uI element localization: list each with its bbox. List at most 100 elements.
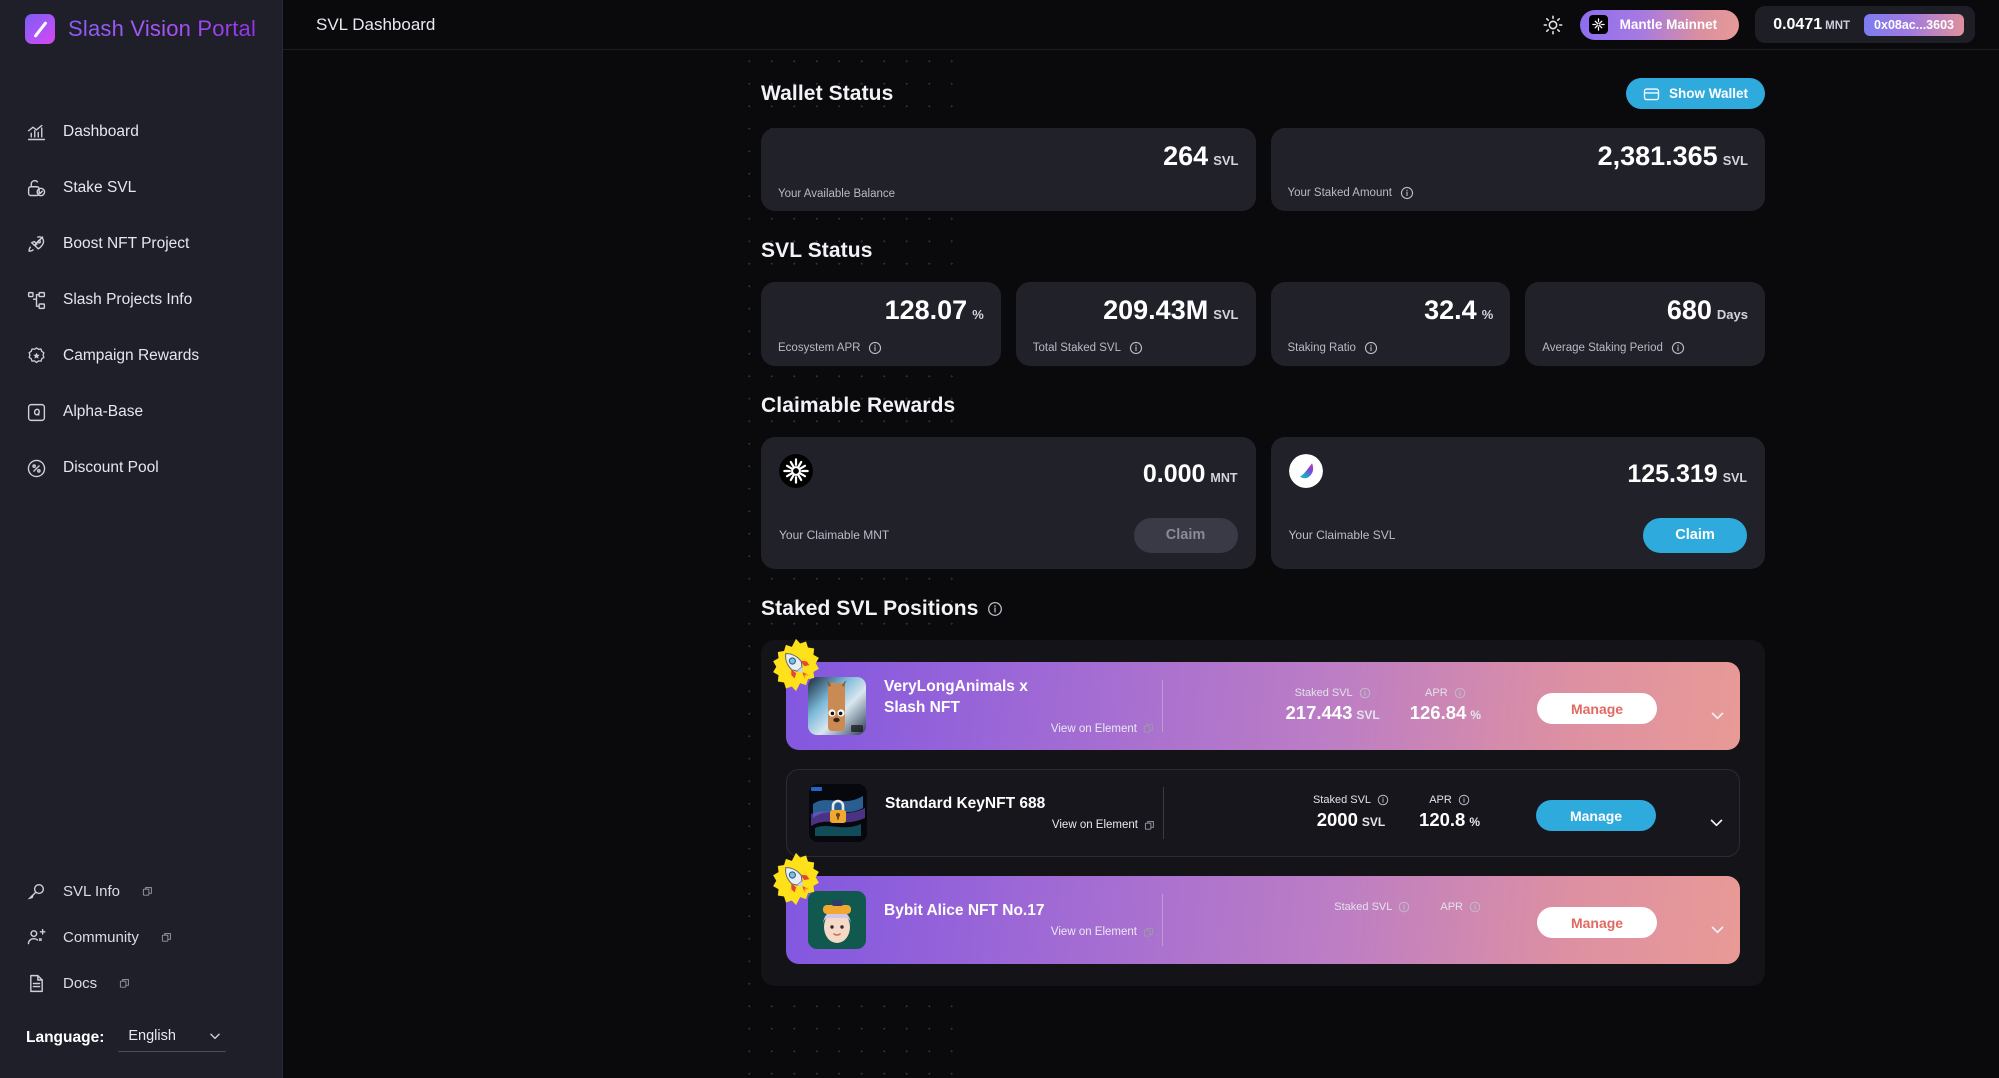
staked-positions-title: Staked SVL Positions bbox=[761, 596, 979, 620]
total-staked-svl-value: 209.43M SVL bbox=[1033, 296, 1238, 324]
chevron-down-icon[interactable] bbox=[1709, 921, 1726, 938]
info-icon[interactable] bbox=[1398, 901, 1410, 913]
view-on-element-label: View on Element bbox=[1051, 819, 1138, 832]
sidebar-link-svl-info[interactable]: SVL Info bbox=[0, 874, 282, 908]
label-text: APR bbox=[1429, 794, 1452, 807]
value-text: 120.8 bbox=[1419, 809, 1466, 831]
info-icon[interactable] bbox=[1377, 794, 1389, 806]
info-icon[interactable] bbox=[1469, 901, 1481, 913]
claim-svl-button[interactable]: Claim bbox=[1643, 517, 1747, 553]
info-icon[interactable] bbox=[868, 341, 882, 355]
amount-text: 0.000 bbox=[1142, 459, 1206, 488]
staked-metric-value bbox=[1370, 916, 1374, 938]
app-root: Slash Vision Portal Dashboard Stake SVL … bbox=[0, 0, 1999, 1078]
sidebar-item-campaign-rewards[interactable]: Campaign Rewards bbox=[0, 334, 282, 378]
info-icon[interactable] bbox=[1364, 341, 1378, 355]
claimable-mnt-card: 0.000 MNT Your Claimable MNT Claim bbox=[761, 436, 1256, 569]
network-chip[interactable]: Mantle Mainnet bbox=[1579, 9, 1740, 40]
staked-positions-list: VeryLongAnimals x Slash NFT View on Elem… bbox=[761, 638, 1765, 986]
sidebar-item-discount-pool[interactable]: Discount Pool bbox=[0, 446, 282, 490]
value-text: 128.07 bbox=[884, 295, 968, 326]
view-on-element-label: View on Element bbox=[1050, 926, 1137, 939]
table-row[interactable]: VeryLongAnimals x Slash NFT View on Elem… bbox=[773, 638, 1740, 750]
language-select[interactable]: English bbox=[118, 1024, 227, 1052]
claimable-svl-amount: 125.319 SVL bbox=[1627, 454, 1747, 489]
view-on-element-link[interactable]: View on Element bbox=[884, 926, 1154, 938]
manage-button[interactable]: Manage bbox=[1537, 907, 1657, 939]
sidebar-link-community[interactable]: Community bbox=[0, 920, 282, 954]
apr-metric: APR 120.8% bbox=[1419, 794, 1480, 831]
svl-status-header: SVL Status bbox=[283, 239, 1975, 263]
position-name: VeryLongAnimals x Slash NFT bbox=[884, 677, 1154, 719]
position-name-block: Standard KeyNFT 688 View on Element bbox=[885, 794, 1155, 831]
sidebar-item-stake-svl[interactable]: Stake SVL bbox=[0, 166, 282, 210]
mantle-logo-icon bbox=[1588, 15, 1608, 34]
brand[interactable]: Slash Vision Portal bbox=[0, 0, 282, 44]
info-icon[interactable] bbox=[1359, 687, 1371, 699]
chevron-down-icon[interactable] bbox=[1709, 707, 1726, 724]
scroll-content: Wallet Status Show Wallet 264 SVL Your Av… bbox=[283, 50, 1999, 1078]
percent-circle-icon bbox=[27, 459, 46, 477]
value-unit: Days bbox=[1716, 307, 1748, 323]
label-text: APR bbox=[1440, 901, 1463, 914]
view-on-element-link[interactable]: View on Element bbox=[884, 723, 1154, 735]
value-text: 2000 bbox=[1316, 809, 1358, 831]
show-wallet-label: Show Wallet bbox=[1668, 86, 1748, 101]
table-row[interactable]: Bybit Alice NFT No.17 View on Element St… bbox=[773, 852, 1740, 964]
label-text: Total Staked SVL bbox=[1032, 341, 1121, 354]
sidebar-item-slash-projects-info[interactable]: Slash Projects Info bbox=[0, 278, 282, 322]
table-row[interactable]: Standard KeyNFT 688 View on Element Stak… bbox=[786, 768, 1740, 857]
label-text: Staked SVL bbox=[1312, 794, 1372, 807]
page-title: SVL Dashboard bbox=[316, 14, 436, 34]
sun-icon[interactable] bbox=[1542, 14, 1564, 36]
ecosystem-apr-label: Ecosystem APR bbox=[778, 341, 984, 355]
view-on-element-link[interactable]: View on Element bbox=[885, 819, 1155, 831]
available-balance-value: 264 SVL bbox=[778, 142, 1238, 170]
sidebar-link-docs[interactable]: Docs bbox=[0, 966, 282, 1000]
topbar: SVL Dashboard Mantle Mainnet 0.0471 MNT 0… bbox=[283, 0, 1999, 50]
info-icon[interactable] bbox=[987, 601, 1003, 617]
chart-line-icon bbox=[27, 124, 46, 140]
position-name-block: VeryLongAnimals x Slash NFT View on Elem… bbox=[884, 677, 1154, 735]
divider bbox=[1163, 786, 1164, 839]
manage-button[interactable]: Manage bbox=[1537, 693, 1657, 725]
external-link-icon bbox=[120, 978, 130, 988]
info-icon[interactable] bbox=[1671, 341, 1685, 355]
total-staked-svl-card: 209.43M SVL Total Staked SVL bbox=[1015, 282, 1256, 366]
info-icon[interactable] bbox=[1400, 186, 1414, 200]
sidebar-link-label: Community bbox=[63, 928, 139, 946]
claim-card-top: 0.000 MNT bbox=[779, 453, 1238, 489]
label-text: Staked SVL bbox=[1294, 687, 1353, 700]
chevron-down-icon[interactable] bbox=[1708, 814, 1725, 831]
claimable-svl-label: Your Claimable SVL bbox=[1288, 528, 1396, 543]
claim-mnt-button[interactable]: Claim bbox=[1133, 517, 1238, 553]
sidebar-item-boost-nft-project[interactable]: Boost NFT Project bbox=[0, 222, 282, 266]
wallet-info[interactable]: 0.0471 MNT 0x08ac...3603 bbox=[1755, 6, 1975, 43]
staking-ratio-value: 32.4% bbox=[1288, 296, 1493, 324]
show-wallet-button[interactable]: Show Wallet bbox=[1625, 78, 1765, 109]
view-on-element-label: View on Element bbox=[1050, 722, 1137, 735]
language-value: English bbox=[128, 1028, 176, 1044]
info-icon[interactable] bbox=[1454, 687, 1466, 699]
sidebar-item-dashboard[interactable]: Dashboard bbox=[0, 110, 282, 154]
external-link-icon bbox=[161, 932, 171, 942]
wallet-address[interactable]: 0x08ac...3603 bbox=[1864, 13, 1964, 36]
value-unit: SVL bbox=[1356, 708, 1380, 723]
document-icon bbox=[30, 974, 43, 992]
wallet-status-title: Wallet Status bbox=[761, 81, 894, 105]
sidebar-item-label: Campaign Rewards bbox=[63, 347, 200, 364]
info-icon[interactable] bbox=[1458, 794, 1470, 806]
sidebar-link-label: SVL Info bbox=[63, 882, 120, 900]
info-icon[interactable] bbox=[1129, 341, 1143, 355]
manage-button[interactable]: Manage bbox=[1536, 800, 1656, 832]
sidebar-item-alpha-base[interactable]: Alpha-Base bbox=[0, 390, 282, 434]
staked-metric-value: 217.443 SVL bbox=[1286, 702, 1380, 724]
claim-card-bottom: Your Claimable SVL Claim bbox=[1288, 517, 1747, 553]
